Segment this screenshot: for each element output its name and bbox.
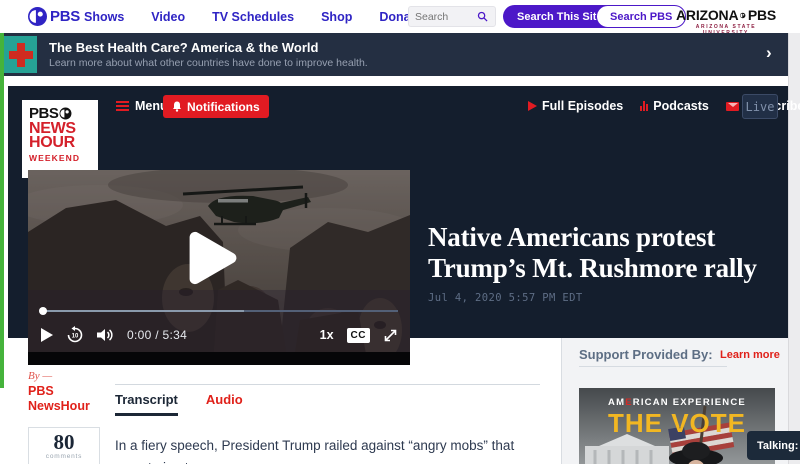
chevron-right-icon[interactable]: ›	[766, 43, 772, 63]
fullscreen-button[interactable]	[383, 328, 398, 343]
buffered-bar	[40, 310, 244, 312]
rewind-10-button[interactable]: 10	[66, 326, 84, 344]
search-pbs-button[interactable]: Search PBS	[596, 5, 686, 28]
closed-captions-button[interactable]: CC	[347, 328, 370, 343]
playback-rate-button[interactable]: 1x	[320, 328, 334, 342]
nav-link-shop[interactable]: Shop	[321, 10, 352, 24]
tab-audio[interactable]: Audio	[206, 392, 243, 416]
big-play-button[interactable]	[186, 230, 240, 286]
top-nav-links: Shows Video TV Schedules Shop Donate	[84, 0, 422, 33]
svg-text:10: 10	[72, 334, 79, 340]
search-input[interactable]	[415, 11, 477, 23]
red-e-flag-glyph: E	[625, 397, 633, 408]
time-display: 0:00 / 5:34	[127, 328, 187, 342]
scrollbar-track[interactable]	[788, 33, 800, 464]
playhead[interactable]	[39, 307, 47, 315]
live-button[interactable]: Live	[742, 94, 778, 119]
nav-link-tv-schedules[interactable]: TV Schedules	[212, 10, 294, 24]
notifications-button[interactable]: Notifications	[163, 95, 269, 118]
newshour-weekend-logo[interactable]: PBS NEWS HOUR WEEKEND	[22, 100, 98, 178]
arizona-pbs-wordmark: ARIZONA PBS	[676, 7, 776, 23]
byline-prefix: By —	[28, 370, 52, 382]
comments-count-box[interactable]: 80 comments	[28, 427, 100, 464]
full-episodes-link[interactable]: Full Episodes	[528, 99, 623, 113]
tab-transcript[interactable]: Transcript	[115, 392, 178, 416]
byline-author-line1: PBS	[28, 384, 90, 399]
american-experience-label: AMERICAN EXPERIENCE	[579, 397, 775, 408]
article-headline: Native Americans protest Trump’s Mt. Rus…	[428, 222, 780, 284]
the-vote-promo-ad[interactable]: AMERICAN EXPERIENCE THE VOTE	[579, 388, 775, 464]
medical-cross-icon	[4, 36, 37, 73]
nav-link-video[interactable]: Video	[151, 10, 185, 24]
pbs-logo-text: PBS	[50, 8, 80, 25]
article-tabs: Transcript Audio	[115, 392, 243, 416]
envelope-icon	[726, 102, 739, 111]
video-player[interactable]: 10 0:00 / 5:34 1x CC	[28, 170, 410, 365]
video-controls: 10 0:00 / 5:34 1x CC	[28, 318, 410, 352]
browser-page: PBS Shows Video TV Schedules Shop Donate…	[0, 0, 800, 464]
play-button[interactable]	[40, 328, 53, 342]
pbs-top-nav: PBS Shows Video TV Schedules Shop Donate…	[0, 0, 800, 33]
article-body-line1: In a fiery speech, President Trump raile…	[115, 435, 547, 464]
article-body: In a fiery speech, President Trump raile…	[115, 435, 547, 464]
podcasts-label: Podcasts	[653, 99, 709, 113]
nav-link-shows[interactable]: Shows	[84, 10, 124, 24]
the-vote-title: THE VOTE	[579, 408, 775, 439]
health-care-promo-banner[interactable]: The Best Health Care? America & the Worl…	[4, 33, 788, 76]
learn-more-link[interactable]: Learn more	[720, 349, 780, 361]
comments-count: 80	[29, 431, 99, 453]
arizona-text: ARIZONA	[676, 7, 738, 23]
full-episodes-label: Full Episodes	[542, 99, 623, 113]
sidebar-divider	[579, 366, 727, 367]
pbs-logo[interactable]: PBS	[28, 7, 80, 26]
video-letterbox	[28, 352, 410, 365]
pbs-head-icon	[28, 7, 47, 26]
arizona-pbs-logo[interactable]: ARIZONA PBS ARIZONA STATE UNIVERSITY	[676, 7, 776, 36]
article-date: Jul 4, 2020 5:57 PM EDT	[428, 292, 583, 304]
pbs-text: PBS	[748, 7, 776, 23]
comments-label: comments	[29, 453, 99, 460]
notifications-label: Notifications	[187, 100, 260, 114]
hamburger-icon	[116, 101, 129, 111]
search-box	[408, 6, 496, 27]
banner-subtitle: Learn more about what other countries ha…	[49, 57, 368, 69]
newshour-logo-weekend: WEEKEND	[29, 153, 98, 163]
talking-tooltip: Talking: En	[747, 431, 800, 460]
play-icon	[528, 101, 537, 111]
tabs-divider	[115, 384, 540, 385]
newshour-logo-hour: HOUR	[29, 136, 98, 150]
progress-bar[interactable]	[40, 310, 398, 312]
podcasts-link[interactable]: Podcasts	[640, 99, 709, 113]
podcast-bars-icon	[640, 101, 648, 111]
search-icon[interactable]	[477, 11, 488, 22]
byline-author-link[interactable]: PBS NewsHour	[28, 384, 90, 414]
pbs-head-icon-black	[59, 107, 72, 120]
support-provided-label: Support Provided By:	[579, 347, 713, 362]
pbs-head-icon-small	[740, 9, 745, 22]
byline-author-line2: NewsHour	[28, 399, 90, 414]
menu-button[interactable]: Menu	[116, 99, 168, 113]
volume-button[interactable]	[97, 328, 114, 342]
banner-title[interactable]: The Best Health Care? America & the Worl…	[49, 40, 318, 55]
bell-icon	[172, 101, 182, 112]
